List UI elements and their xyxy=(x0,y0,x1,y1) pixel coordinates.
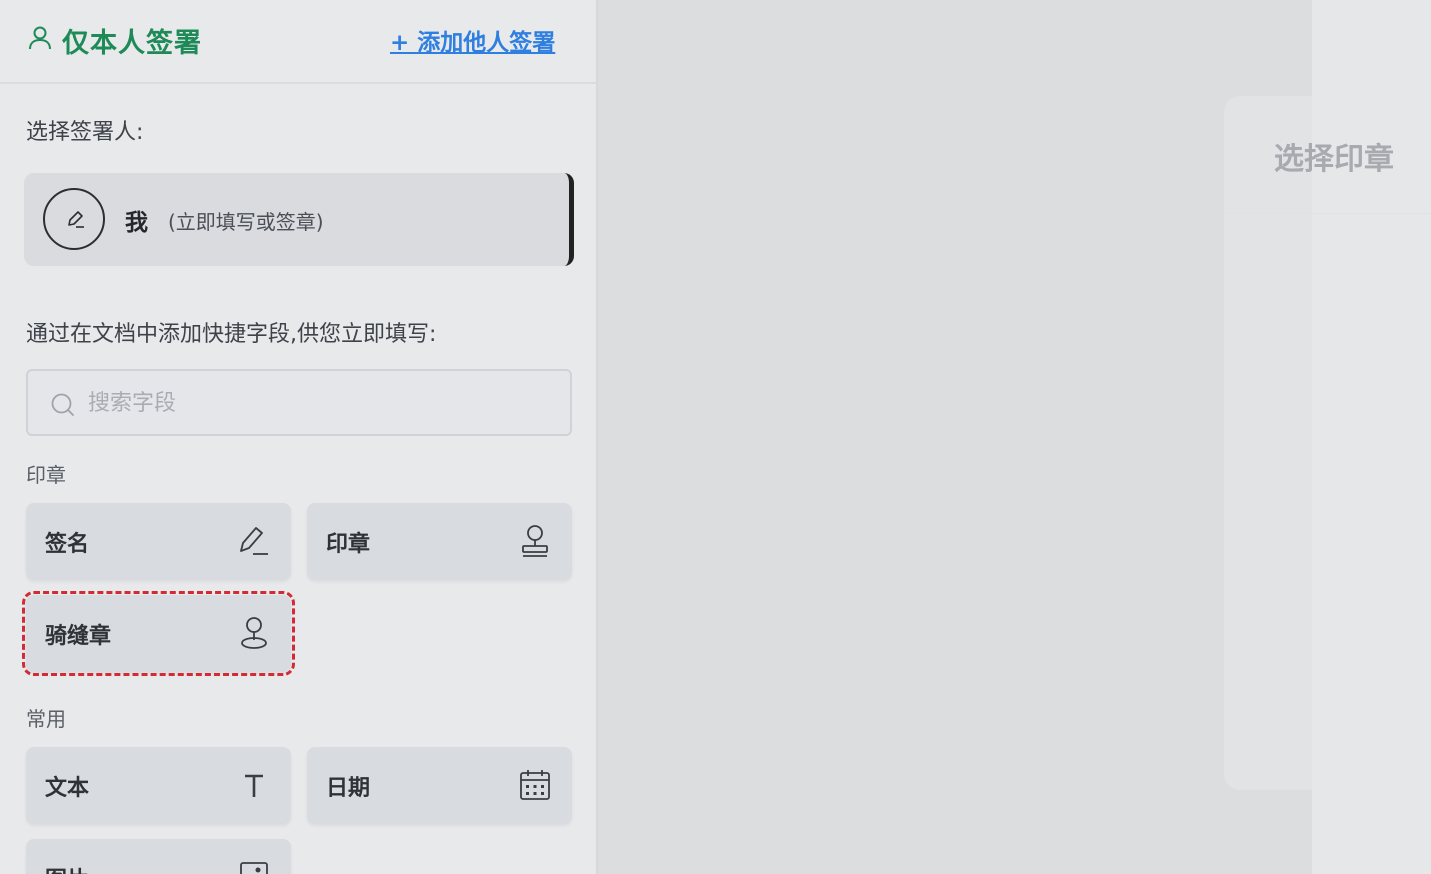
signer-name: 我 xyxy=(125,210,148,236)
seam-stamp-icon xyxy=(241,617,267,649)
search-icon xyxy=(51,393,74,416)
select-signer-label: 选择签署人: xyxy=(26,120,144,145)
field-label: 图片 xyxy=(45,862,89,874)
document-canvas[interactable] xyxy=(600,0,1312,874)
stamp-icon xyxy=(522,525,548,557)
sidebar-header: 仅本人签署 + 添加他人签署 xyxy=(0,0,596,84)
field-seal-button[interactable]: 印章 xyxy=(307,503,572,580)
app-root: 仅本人签署 + 添加他人签署 选择签署人: 我 (立即填写或签章) 通过在文档中… xyxy=(0,0,1431,874)
field-text-button[interactable]: 文本 xyxy=(26,747,291,824)
field-date-button[interactable]: 日期 xyxy=(307,747,572,824)
field-label: 文本 xyxy=(45,776,90,801)
signing-mode-title: 仅本人签署 xyxy=(62,28,202,59)
field-search-box[interactable] xyxy=(26,369,572,436)
field-label: 签名 xyxy=(45,532,90,557)
group-title-common: 常用 xyxy=(26,707,66,731)
add-other-signer-link[interactable]: + 添加他人签署 xyxy=(390,23,555,57)
signer-card-me[interactable]: 我 (立即填写或签章) xyxy=(24,173,574,266)
signer-note: (立即填写或签章) xyxy=(168,210,324,234)
quick-fields-label: 通过在文档中添加快捷字段,供您立即填写: xyxy=(26,322,437,347)
select-seal-title: 选择印章 xyxy=(1274,142,1394,177)
image-icon xyxy=(240,862,268,874)
field-sidebar: 仅本人签署 + 添加他人签署 选择签署人: 我 (立即填写或签章) 通过在文档中… xyxy=(0,0,598,874)
field-image-button[interactable]: 图片 xyxy=(26,839,291,874)
select-seal-panel: 选择印章 xyxy=(1224,96,1431,790)
select-seal-panel-header: 选择印章 xyxy=(1224,96,1431,214)
field-label: 骑缝章 xyxy=(45,624,112,649)
field-signature-button[interactable]: 签名 xyxy=(26,503,291,580)
calendar-icon xyxy=(520,770,550,800)
user-icon xyxy=(29,26,51,50)
text-icon xyxy=(245,774,263,797)
field-label: 日期 xyxy=(326,776,371,801)
edit-pen-icon xyxy=(68,211,84,228)
signer-avatar xyxy=(43,188,105,250)
pen-icon xyxy=(240,527,268,555)
field-seam-seal-button[interactable]: 骑缝章 xyxy=(22,591,295,676)
group-title-seal: 印章 xyxy=(26,463,66,487)
field-label: 印章 xyxy=(326,532,371,557)
field-search-input[interactable] xyxy=(88,383,548,423)
